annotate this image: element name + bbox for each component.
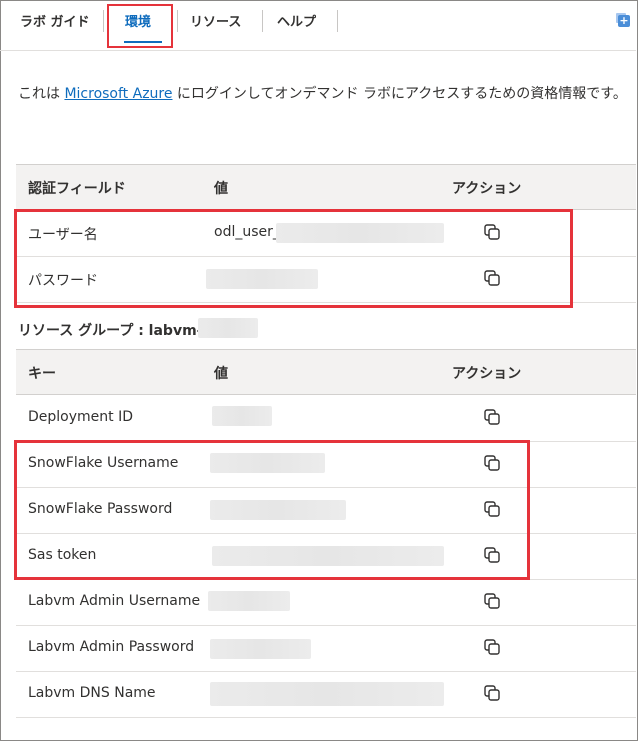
key-row-deployment-id: Deployment ID [16,395,636,442]
intro-before: これは [18,86,65,102]
tab-divider [103,10,104,32]
intro-text: これは Microsoft Azure にログインしてオンデマンド ラボにアクセ… [18,84,628,105]
key-label: Labvm DNS Name [28,685,156,701]
tab-divider [177,10,178,32]
copy-icon[interactable] [482,591,502,611]
environment-tab-highlight [107,4,173,48]
redacted-value [210,682,444,706]
add-window-icon[interactable]: + [618,15,630,27]
copy-icon[interactable] [482,407,502,427]
header-value: 値 [214,366,228,382]
redacted-value [198,318,258,338]
tab-resources[interactable]: リソース [190,11,241,30]
copy-icon[interactable] [482,683,502,703]
copy-icon[interactable] [482,637,502,657]
header-field: 認証フィールド [28,181,126,197]
key-row-labvm-dns-name: Labvm DNS Name [16,671,636,718]
key-row-labvm-admin-username: Labvm Admin Username [16,579,636,626]
intro-after: にログインしてオンデマンド ラボにアクセスするための資格情報です。 [172,86,627,102]
redacted-value [210,639,311,659]
header-key: キー [28,366,56,382]
redacted-value [212,406,272,426]
tab-bar: ラボ ガイド 環境 リソース ヘルプ + [0,0,636,51]
snowflake-highlight [14,440,530,580]
tab-divider [337,10,338,32]
azure-link[interactable]: Microsoft Azure [64,86,172,102]
credentials-highlight [14,209,573,308]
header-value: 値 [214,181,228,197]
tab-help[interactable]: ヘルプ [277,11,316,30]
header-action: アクション [452,181,522,197]
header-action: アクション [452,366,522,382]
keys-header: キー 値 アクション [16,349,636,395]
key-label: Deployment ID [28,409,133,425]
credentials-header: 認証フィールド 値 アクション [16,164,636,210]
redacted-value [208,591,290,611]
key-label: Labvm Admin Password [28,639,195,655]
tab-divider [262,10,263,32]
tab-lab-guide[interactable]: ラボ ガイド [20,11,90,30]
key-label: Labvm Admin Username [28,593,201,609]
key-row-labvm-admin-password: Labvm Admin Password [16,625,636,672]
resource-group-label: リソース グループ : labvm- [18,323,203,339]
